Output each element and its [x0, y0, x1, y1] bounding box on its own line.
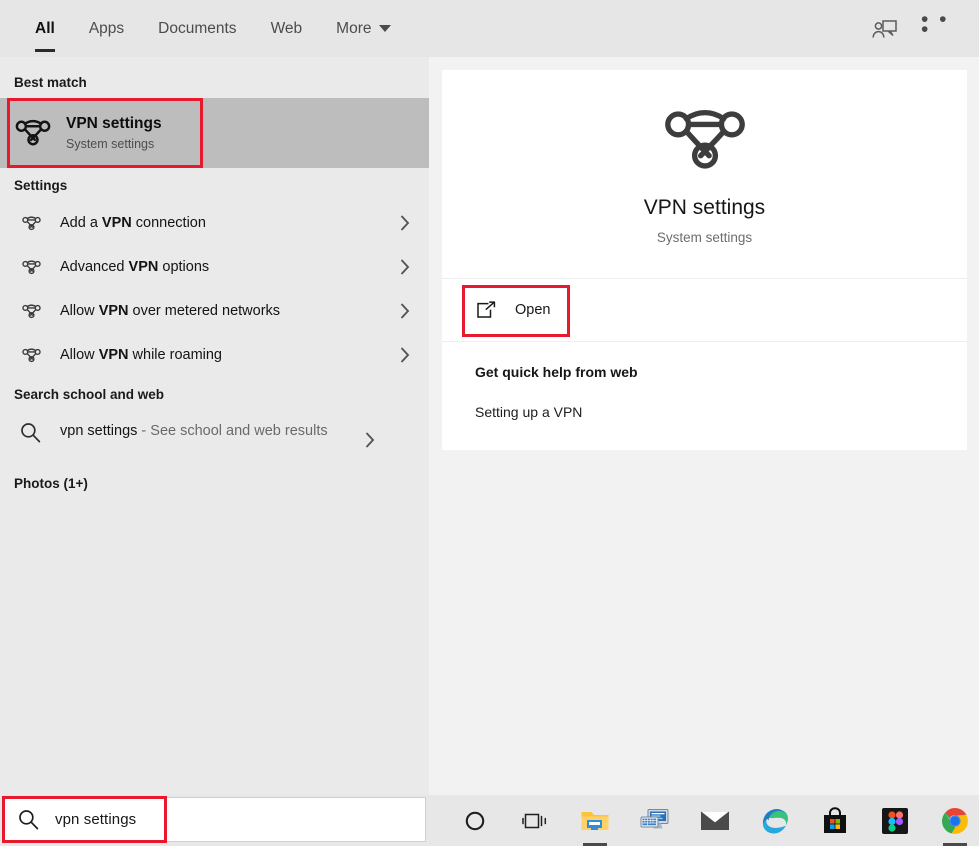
ellipsis-icon: • • • [921, 8, 950, 41]
list-item-label: Allow VPN over metered networks [60, 303, 395, 319]
list-item-label: Advanced VPN options [60, 259, 395, 275]
label-post: connection [131, 215, 206, 231]
cortana-icon[interactable] [455, 799, 495, 843]
vpn-icon [14, 114, 52, 152]
task-view-icon[interactable] [515, 799, 555, 843]
label-bold: VPN [101, 215, 132, 231]
vpn-icon [663, 108, 747, 172]
detail-title: VPN settings [643, 196, 766, 219]
edge-icon[interactable] [755, 799, 795, 843]
tab-apps-label: Apps [88, 19, 125, 37]
external-link-icon [475, 299, 497, 321]
label-pre: Allow [60, 347, 99, 363]
label-pre: Allow [60, 303, 99, 319]
taskbar-icons [429, 795, 979, 846]
best-match-result[interactable]: VPN settings System settings [0, 98, 429, 168]
web-search-text: vpn settings - See school and web result… [60, 420, 360, 443]
search-results-list: Best match VPN settings System settings … [0, 57, 429, 795]
tab-web[interactable]: Web [254, 0, 320, 57]
web-search-query: vpn settings [60, 423, 138, 439]
chevron-right-icon[interactable] [395, 347, 415, 363]
list-item-label: Add a VPN connection [60, 215, 395, 231]
section-header-search-web: Search school and web [14, 387, 165, 402]
vpn-icon [18, 304, 44, 319]
open-action-row[interactable]: Open [442, 279, 967, 342]
taskbar: vpn settings [0, 795, 979, 846]
search-icon [16, 422, 44, 443]
tab-all[interactable]: All [18, 0, 72, 57]
list-item-label: Allow VPN while roaming [60, 347, 395, 363]
tabbar-actions: • • • [867, 0, 979, 57]
label-pre: Advanced [60, 259, 129, 275]
detail-hero: VPN settings System settings [442, 70, 967, 279]
search-input[interactable]: vpn settings [3, 796, 426, 842]
chevron-right-icon[interactable] [395, 259, 415, 275]
detail-subtitle: System settings [656, 230, 753, 245]
best-match-title: VPN settings [66, 114, 162, 132]
chrome-icon[interactable] [935, 799, 975, 846]
tab-more[interactable]: More [319, 0, 408, 57]
section-header-photos: Photos (1+) [14, 476, 88, 491]
tab-all-label: All [35, 19, 55, 37]
search-flyout: All Apps Documents Web More • • • Best m… [0, 0, 979, 795]
search-results-body: Best match VPN settings System settings … [0, 57, 979, 795]
tab-documents-label: Documents [158, 19, 237, 37]
label-post: over metered networks [128, 303, 281, 319]
label-pre: Add a [60, 215, 102, 231]
web-help-section: Get quick help from web Setting up a VPN [442, 342, 967, 450]
label-bold: VPN [98, 303, 129, 319]
vpn-icon [18, 260, 44, 275]
chevron-down-icon [379, 25, 392, 32]
list-item-advanced-vpn-options[interactable]: Advanced VPN options [0, 245, 429, 289]
list-item-allow-vpn-roaming[interactable]: Allow VPN while roaming [0, 333, 429, 377]
label-bold: VPN [98, 347, 129, 363]
section-header-best-match: Best match [14, 75, 87, 90]
figma-icon[interactable] [875, 799, 915, 843]
tab-more-label: More [336, 19, 372, 37]
microsoft-store-icon[interactable] [815, 799, 855, 843]
list-item-allow-vpn-metered[interactable]: Allow VPN over metered networks [0, 289, 429, 333]
chevron-right-icon[interactable] [360, 432, 380, 448]
web-help-header: Get quick help from web [475, 364, 638, 380]
label-bold: VPN [128, 259, 159, 275]
web-help-link[interactable]: Setting up a VPN [475, 400, 967, 424]
best-match-subtitle: System settings [66, 136, 155, 151]
search-icon [17, 809, 39, 830]
web-search-suffix: - See school and web results [137, 423, 328, 439]
chevron-right-icon[interactable] [395, 215, 415, 231]
vpn-icon [18, 216, 44, 231]
more-options-button[interactable]: • • • [921, 8, 957, 47]
list-item-web-search[interactable]: vpn settings - See school and web result… [0, 410, 429, 466]
tab-documents[interactable]: Documents [141, 0, 253, 57]
tab-web-label: Web [270, 19, 303, 37]
search-input-value: vpn settings [55, 810, 137, 828]
chevron-right-icon[interactable] [395, 303, 415, 319]
mail-icon[interactable] [695, 799, 735, 843]
feedback-icon[interactable] [867, 11, 903, 47]
remote-desktop-icon[interactable] [635, 799, 675, 843]
file-explorer-icon[interactable] [575, 799, 615, 846]
list-item-add-vpn-connection[interactable]: Add a VPN connection [0, 201, 429, 245]
detail-pane: VPN settings System settings Open Get qu… [429, 57, 979, 795]
tab-apps[interactable]: Apps [72, 0, 141, 57]
search-tabbar: All Apps Documents Web More • • • [0, 0, 979, 57]
label-post: options [158, 259, 210, 275]
best-match-text: VPN settings System settings [66, 114, 162, 153]
taskbar-search-container: vpn settings [0, 795, 429, 846]
label-post: while roaming [128, 347, 223, 363]
vpn-icon [18, 348, 44, 363]
open-label: Open [515, 302, 551, 318]
detail-card: VPN settings System settings Open Get qu… [442, 70, 967, 450]
section-header-settings: Settings [14, 178, 68, 193]
